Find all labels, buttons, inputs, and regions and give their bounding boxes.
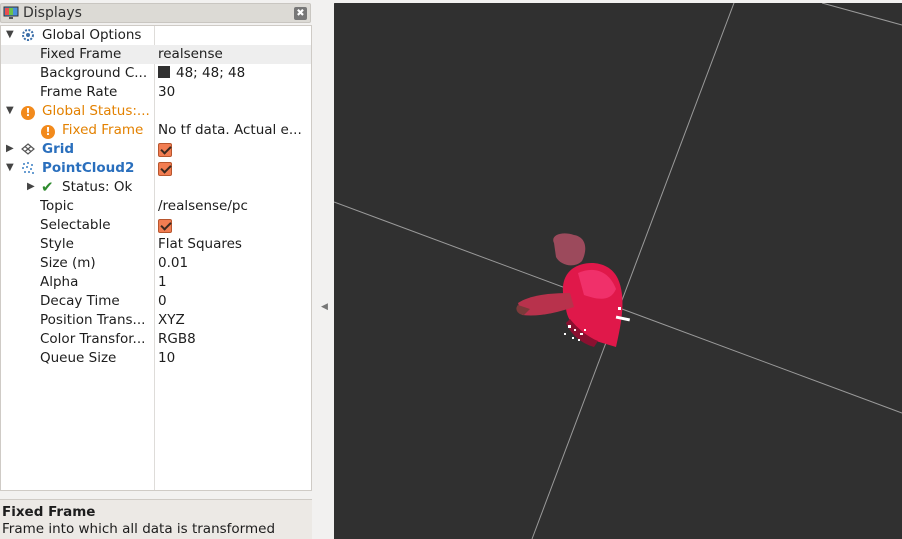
tree-row-property[interactable]: Queue Size 10 <box>1 349 311 368</box>
grid-lines <box>334 3 902 539</box>
close-icon[interactable]: ✖ <box>294 7 307 20</box>
property-checkbox[interactable] <box>158 217 310 235</box>
grid-line <box>821 3 902 26</box>
checkmark-icon: ✔ <box>41 178 54 196</box>
pointcloud-icon <box>22 162 34 174</box>
global-options-label: Global Options <box>42 27 142 43</box>
property-value[interactable]: 0 <box>158 293 310 309</box>
property-value[interactable]: 0.01 <box>158 255 310 271</box>
collapse-arrow-icon[interactable]: ▶ <box>27 181 37 192</box>
property-value[interactable]: XYZ <box>158 312 310 328</box>
expand-arrow-icon[interactable]: ▼ <box>6 162 16 173</box>
panel-title: Displays <box>23 5 82 21</box>
description-text: Frame into which all data is transformed <box>2 521 276 537</box>
tree-row-property[interactable]: Size (m) 0.01 <box>1 254 311 273</box>
tree-row-property[interactable]: Position Trans... XYZ <box>1 311 311 330</box>
collapse-arrow-icon[interactable]: ▶ <box>6 143 16 154</box>
collapse-left-icon[interactable]: ◀ <box>321 302 328 312</box>
property-value[interactable]: /realsense/pc <box>158 198 310 214</box>
tree-row-property[interactable]: Decay Time 0 <box>1 292 311 311</box>
fixed-frame-label: Fixed Frame <box>40 46 122 62</box>
pointcloud2-label: PointCloud2 <box>42 160 135 176</box>
3d-viewport[interactable] <box>334 3 902 539</box>
panel-splitter[interactable]: ◀ <box>313 0 334 539</box>
property-value[interactable]: Flat Squares <box>158 236 310 252</box>
background-color-value[interactable]: 48; 48; 48 <box>158 65 310 81</box>
property-label: Position Trans... <box>40 312 146 328</box>
rviz-window: Displays ✖ ▼ Global Options Fixed Frame … <box>0 0 902 539</box>
tree-row-status-fixed-frame[interactable]: ! Fixed Frame No tf data. Actual e... <box>1 121 311 140</box>
pointcloud2-enabled-checkbox[interactable] <box>158 160 310 178</box>
fixed-frame-value[interactable]: realsense <box>158 46 310 62</box>
displays-panel: Displays ✖ ▼ Global Options Fixed Frame … <box>0 0 313 539</box>
description-title: Fixed Frame <box>2 504 96 520</box>
tree-row-property[interactable]: Alpha 1 <box>1 273 311 292</box>
tree-row-property[interactable]: Color Transfor... RGB8 <box>1 330 311 349</box>
property-value[interactable]: 1 <box>158 274 310 290</box>
grid-label: Grid <box>42 141 75 157</box>
expand-arrow-icon[interactable]: ▼ <box>6 105 16 116</box>
property-value[interactable]: RGB8 <box>158 331 310 347</box>
monitor-icon <box>3 6 19 19</box>
tree-row-fixed-frame[interactable]: Fixed Frame realsense <box>1 45 311 64</box>
grid-icon <box>21 143 35 155</box>
point-cloud <box>516 233 631 347</box>
property-label: Selectable <box>40 217 111 233</box>
tree-row-pointcloud2[interactable]: ▼ PointCloud2 <box>1 159 311 178</box>
gear-icon <box>22 29 34 41</box>
status-ok-label: Status: Ok <box>62 179 133 195</box>
expand-arrow-icon[interactable]: ▼ <box>6 29 16 40</box>
description-panel: Fixed Frame Frame into which all data is… <box>0 499 312 539</box>
property-label: Decay Time <box>40 293 120 309</box>
grid-line <box>531 3 735 539</box>
background-color-label: Background C... <box>40 65 148 81</box>
status-fixed-frame-value: No tf data. Actual e... <box>158 122 302 138</box>
property-label: Color Transfor... <box>40 331 146 347</box>
grid-enabled-checkbox[interactable] <box>158 141 310 159</box>
color-swatch <box>158 66 170 78</box>
displays-title-bar[interactable]: Displays ✖ <box>0 3 311 23</box>
status-fixed-frame-label: Fixed Frame <box>62 122 144 138</box>
property-label: Style <box>40 236 74 252</box>
tree-row-property[interactable]: Style Flat Squares <box>1 235 311 254</box>
frame-rate-label: Frame Rate <box>40 84 118 100</box>
background-color-text: 48; 48; 48 <box>176 65 246 81</box>
tree-row-background-color[interactable]: Background C... 48; 48; 48 <box>1 64 311 83</box>
global-status-label: Global Status:... <box>42 103 150 119</box>
tree-row-status-ok[interactable]: ▶ ✔ Status: Ok <box>1 178 311 197</box>
display-tree[interactable]: ▼ Global Options Fixed Frame realsense B… <box>0 25 312 491</box>
property-value[interactable]: 10 <box>158 350 310 366</box>
tree-row-global-options[interactable]: ▼ Global Options <box>1 26 311 45</box>
property-label: Topic <box>40 198 74 214</box>
viewport-scene <box>334 3 902 539</box>
tree-row-property[interactable]: Selectable <box>1 216 311 235</box>
warning-icon: ! <box>21 104 35 120</box>
tree-row-grid[interactable]: ▶ Grid <box>1 140 311 159</box>
property-label: Alpha <box>40 274 79 290</box>
property-label: Queue Size <box>40 350 117 366</box>
tree-row-frame-rate[interactable]: Frame Rate 30 <box>1 83 311 102</box>
tree-row-global-status[interactable]: ▼ ! Global Status:... <box>1 102 311 121</box>
frame-rate-value[interactable]: 30 <box>158 84 310 100</box>
warning-icon: ! <box>41 123 55 139</box>
tree-row-property[interactable]: Topic/realsense/pc <box>1 197 311 216</box>
property-label: Size (m) <box>40 255 96 271</box>
